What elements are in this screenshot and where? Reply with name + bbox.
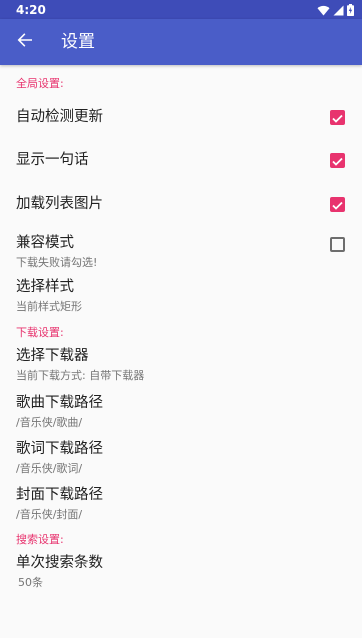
pref-results-per-search-title: 单次搜索条数 — [16, 555, 103, 571]
load-list-images-checkbox[interactable] — [330, 197, 345, 212]
page-title: 设置 — [61, 32, 95, 52]
section-header-global: 全局设置: — [16, 77, 64, 90]
status-time: 4:20 — [16, 3, 46, 17]
status-icons — [317, 3, 354, 17]
pref-select-style-summary: 当前样式矩形 — [16, 300, 82, 313]
pref-select-downloader[interactable]: 选择下载器 当前下载方式: 自带下载器 — [0, 344, 362, 388]
pref-cover-path[interactable]: 封面下载路径 /音乐侠/封面/ — [0, 483, 362, 527]
settings-screen: 4:20 设置 全局设置: 自动检测更新 显示一句话 加载列表图片 兼容模式 下… — [0, 0, 362, 638]
pref-show-quote-title: 显示一句话 — [16, 152, 89, 168]
pref-lyrics-path-title: 歌词下载路径 — [16, 441, 103, 457]
pref-select-style[interactable]: 选择样式 当前样式矩形 — [0, 275, 362, 319]
pref-show-quote[interactable]: 显示一句话 — [0, 140, 362, 182]
signal-icon — [333, 5, 344, 16]
pref-select-downloader-title: 选择下载器 — [16, 348, 89, 364]
pref-lyrics-path-summary: /音乐侠/歌词/ — [16, 462, 83, 475]
pref-load-list-images[interactable]: 加载列表图片 — [0, 184, 362, 226]
status-bar: 4:20 — [0, 0, 362, 19]
section-header-download: 下载设置: — [16, 326, 64, 339]
pref-song-path-summary: /音乐侠/歌曲/ — [16, 416, 83, 429]
pref-song-path-title: 歌曲下载路径 — [16, 395, 103, 411]
arrow-left-icon — [17, 32, 33, 52]
pref-compat-mode-title: 兼容模式 — [16, 235, 74, 251]
back-button[interactable] — [12, 30, 38, 54]
pref-song-path[interactable]: 歌曲下载路径 /音乐侠/歌曲/ — [0, 391, 362, 435]
battery-icon — [347, 4, 354, 16]
pref-results-per-search[interactable]: 单次搜索条数 50条 — [0, 551, 362, 595]
pref-select-downloader-summary: 当前下载方式: 自带下载器 — [16, 369, 145, 382]
checkmark-icon — [332, 195, 343, 214]
pref-compat-mode-summary: 下载失败请勾选! — [16, 256, 98, 269]
checkmark-icon — [332, 108, 343, 127]
pref-cover-path-summary: /音乐侠/封面/ — [16, 508, 83, 521]
show-quote-checkbox[interactable] — [330, 153, 345, 168]
pref-results-per-search-summary: 50条 — [18, 576, 43, 589]
wifi-icon — [317, 5, 330, 16]
pref-cover-path-title: 封面下载路径 — [16, 487, 103, 503]
pref-select-style-title: 选择样式 — [16, 279, 74, 295]
pref-auto-update[interactable]: 自动检测更新 — [0, 97, 362, 139]
auto-update-checkbox[interactable] — [330, 110, 345, 125]
compat-mode-checkbox[interactable] — [330, 237, 345, 252]
pref-auto-update-title: 自动检测更新 — [16, 109, 103, 125]
checkmark-icon — [332, 151, 343, 170]
app-bar: 设置 — [0, 19, 362, 65]
pref-load-list-images-title: 加载列表图片 — [16, 196, 103, 212]
pref-compat-mode[interactable]: 兼容模式 下载失败请勾选! — [0, 231, 362, 275]
section-header-search: 搜索设置: — [16, 533, 64, 546]
pref-lyrics-path[interactable]: 歌词下载路径 /音乐侠/歌词/ — [0, 437, 362, 481]
